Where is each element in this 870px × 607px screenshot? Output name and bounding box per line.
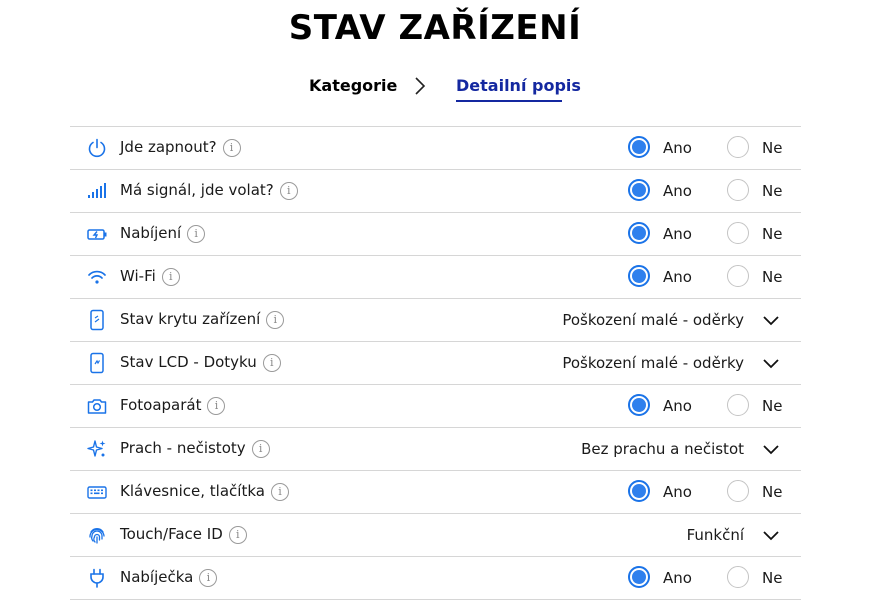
row-label: Nabíječka i bbox=[120, 568, 218, 587]
info-icon[interactable]: i bbox=[199, 569, 218, 587]
radio-no-label[interactable]: Ne bbox=[762, 225, 782, 243]
radio-no-label[interactable]: Ne bbox=[762, 268, 782, 286]
table-row: Klávesnice, tlačítka i Ano Ne bbox=[70, 471, 801, 514]
radio-yes[interactable] bbox=[628, 136, 650, 158]
active-step-underline bbox=[456, 100, 562, 102]
radio-yes-label[interactable]: Ano bbox=[663, 397, 692, 415]
table-row: Nabíječka i Ano Ne bbox=[70, 557, 801, 600]
row-label: Stav LCD - Dotyku i bbox=[120, 353, 281, 372]
fingerprint-icon bbox=[86, 524, 108, 546]
table-row: Nabíjení i Ano Ne bbox=[70, 213, 801, 256]
row-label: Klávesnice, tlačítka i bbox=[120, 482, 289, 501]
radio-yes[interactable] bbox=[628, 179, 650, 201]
info-icon[interactable]: i bbox=[187, 225, 206, 243]
radio-yes[interactable] bbox=[628, 222, 650, 244]
row-label: Fotoaparát i bbox=[120, 396, 226, 415]
radio-no[interactable] bbox=[727, 222, 749, 244]
table-row: Jde zapnout? i Ano Ne bbox=[70, 127, 801, 170]
page-title: STAV ZAŘÍZENÍ bbox=[288, 8, 582, 48]
chevron-right-icon bbox=[410, 76, 430, 96]
radio-no-label[interactable]: Ne bbox=[762, 483, 782, 501]
radio-yes[interactable] bbox=[628, 394, 650, 416]
radio-yes-label[interactable]: Ano bbox=[663, 268, 692, 286]
info-icon[interactable]: i bbox=[161, 268, 180, 286]
radio-yes-label[interactable]: Ano bbox=[663, 225, 692, 243]
info-icon[interactable]: i bbox=[207, 397, 226, 415]
signal-icon bbox=[86, 180, 108, 202]
battery-charging-icon bbox=[86, 223, 108, 245]
power-icon bbox=[86, 137, 108, 159]
info-icon[interactable]: i bbox=[228, 526, 247, 544]
radio-yes-label[interactable]: Ano bbox=[663, 483, 692, 501]
dropdown-value[interactable]: Funkční bbox=[687, 526, 744, 544]
row-label: Má signál, jde volat? i bbox=[120, 181, 298, 200]
row-label: Prach - nečistoty i bbox=[120, 439, 270, 458]
dropdown-value[interactable]: Poškození malé - oděrky bbox=[562, 311, 744, 329]
camera-icon bbox=[86, 395, 108, 417]
radio-no[interactable] bbox=[727, 394, 749, 416]
radio-no-label[interactable]: Ne bbox=[762, 397, 782, 415]
table-row: Fotoaparát i Ano Ne bbox=[70, 385, 801, 428]
device-condition-table: Jde zapnout? i Ano Ne Má signál, jde vola… bbox=[70, 126, 801, 600]
radio-no[interactable] bbox=[727, 179, 749, 201]
info-icon[interactable]: i bbox=[222, 139, 241, 157]
chevron-down-icon[interactable] bbox=[762, 311, 780, 329]
chevron-down-icon[interactable] bbox=[762, 440, 780, 458]
radio-no-label[interactable]: Ne bbox=[762, 182, 782, 200]
chevron-down-icon[interactable] bbox=[762, 526, 780, 544]
row-label: Wi-Fi i bbox=[120, 267, 180, 286]
chevron-down-icon[interactable] bbox=[762, 354, 780, 372]
table-row[interactable]: Stav LCD - Dotyku i Poškození malé - oděr… bbox=[70, 342, 801, 385]
breadcrumb: Kategorie Detailní popis bbox=[0, 72, 870, 102]
radio-no[interactable] bbox=[727, 566, 749, 588]
info-icon[interactable]: i bbox=[251, 440, 270, 458]
info-icon[interactable]: i bbox=[270, 483, 289, 501]
radio-no-label[interactable]: Ne bbox=[762, 569, 782, 587]
phone-screen-icon bbox=[86, 352, 108, 374]
table-row: Wi-Fi i Ano Ne bbox=[70, 256, 801, 299]
row-label: Nabíjení i bbox=[120, 224, 206, 243]
table-row: Má signál, jde volat? i Ano Ne bbox=[70, 170, 801, 213]
row-label: Touch/Face ID i bbox=[120, 525, 247, 544]
breadcrumb-step-kategorie[interactable]: Kategorie bbox=[309, 76, 397, 95]
dropdown-value[interactable]: Poškození malé - oděrky bbox=[562, 354, 744, 372]
phone-cover-icon bbox=[86, 309, 108, 331]
table-row[interactable]: Prach - nečistoty i Bez prachu a nečistot bbox=[70, 428, 801, 471]
radio-yes-label[interactable]: Ano bbox=[663, 139, 692, 157]
radio-no[interactable] bbox=[727, 265, 749, 287]
info-icon[interactable]: i bbox=[262, 354, 281, 372]
charger-plug-icon bbox=[86, 567, 108, 589]
row-label: Stav krytu zařízení i bbox=[120, 310, 285, 329]
radio-yes-label[interactable]: Ano bbox=[663, 182, 692, 200]
radio-yes[interactable] bbox=[628, 566, 650, 588]
breadcrumb-step-detailni-popis[interactable]: Detailní popis bbox=[456, 76, 581, 95]
radio-no[interactable] bbox=[727, 480, 749, 502]
row-label: Jde zapnout? i bbox=[120, 138, 241, 157]
table-row[interactable]: Stav krytu zařízení i Poškození malé - od… bbox=[70, 299, 801, 342]
sparkle-icon bbox=[86, 438, 108, 460]
info-icon[interactable]: i bbox=[279, 182, 298, 200]
radio-yes-label[interactable]: Ano bbox=[663, 569, 692, 587]
info-icon[interactable]: i bbox=[266, 311, 285, 329]
wifi-icon bbox=[86, 266, 108, 288]
radio-yes[interactable] bbox=[628, 265, 650, 287]
radio-yes[interactable] bbox=[628, 480, 650, 502]
table-row[interactable]: Touch/Face ID i Funkční bbox=[70, 514, 801, 557]
radio-no-label[interactable]: Ne bbox=[762, 139, 782, 157]
keyboard-icon bbox=[86, 481, 108, 503]
radio-no[interactable] bbox=[727, 136, 749, 158]
dropdown-value[interactable]: Bez prachu a nečistot bbox=[581, 440, 744, 458]
